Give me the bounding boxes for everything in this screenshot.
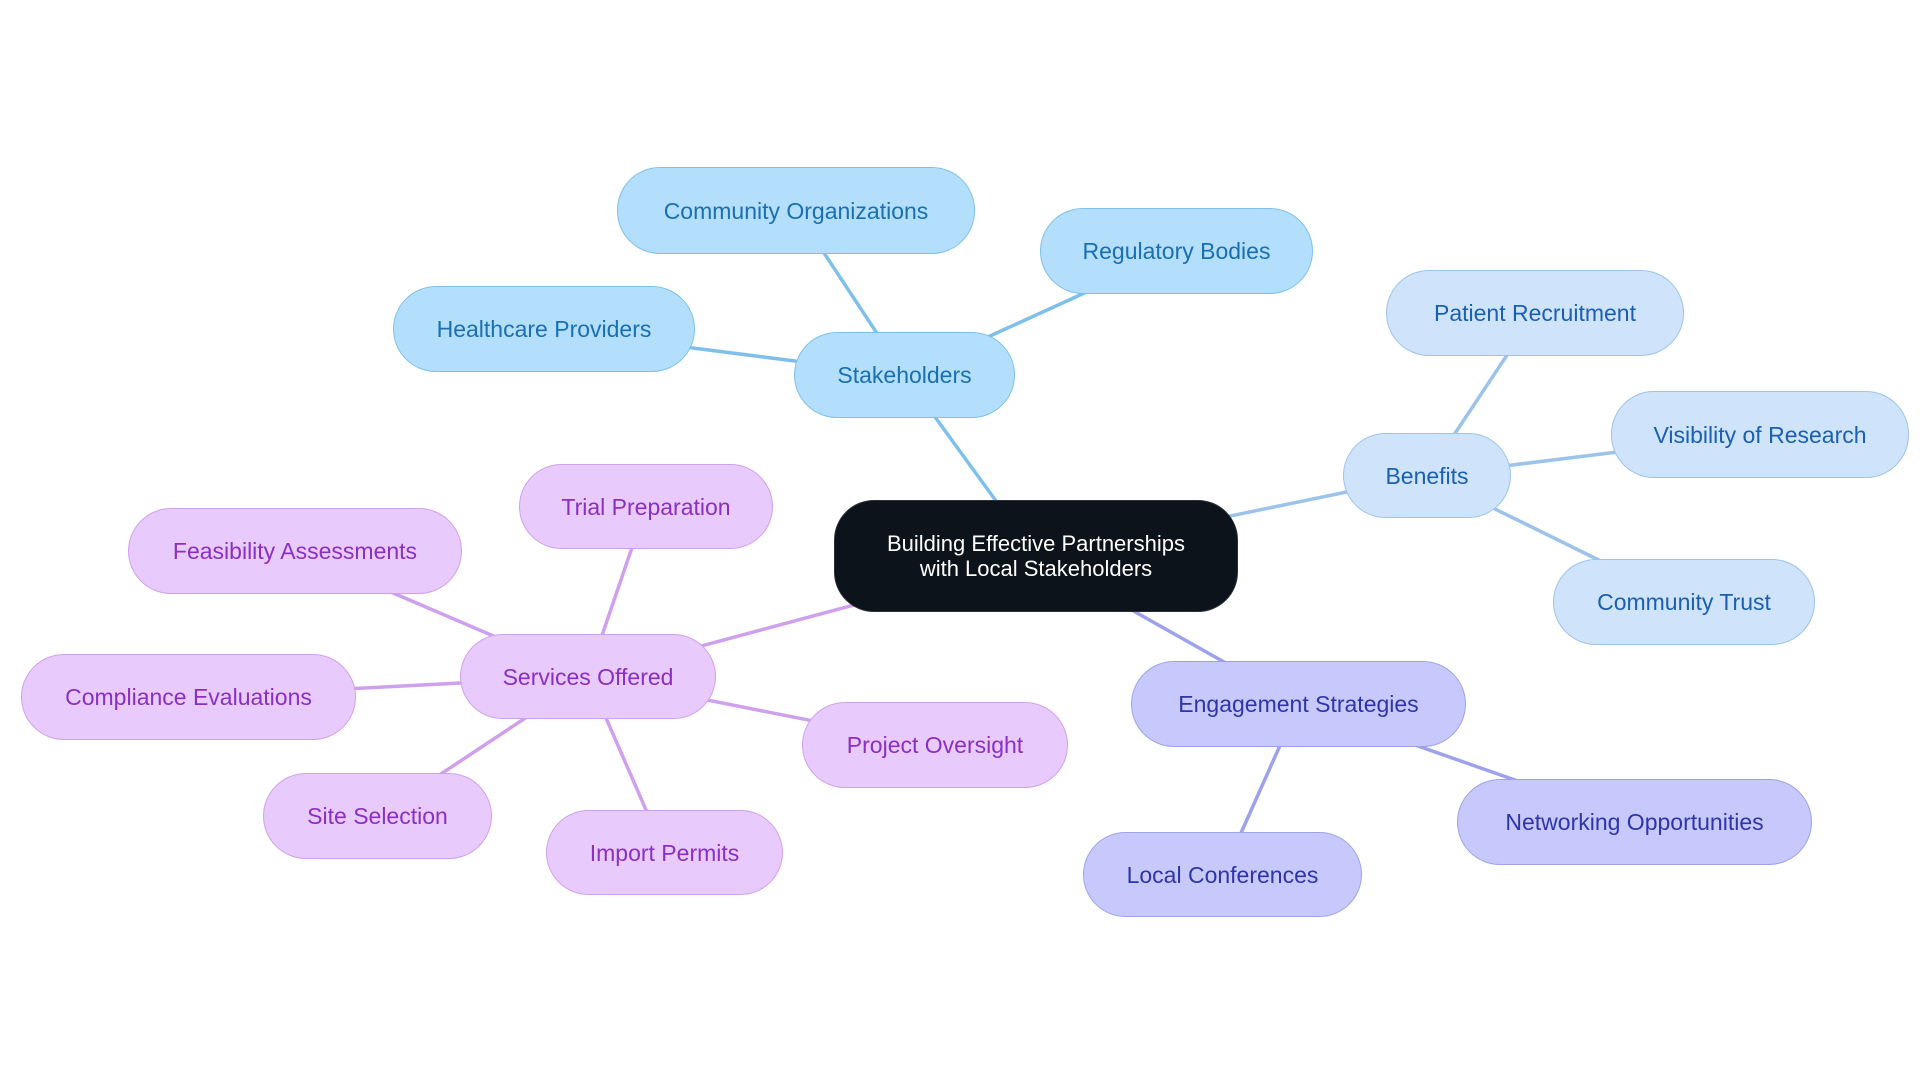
node-label: Visibility of Research (1653, 421, 1867, 448)
node-import-permits[interactable]: Import Permits (546, 810, 783, 895)
node-label: Compliance Evaluations (65, 684, 312, 710)
mind-map: Building Effective Partnerships with Loc… (0, 0, 1920, 1083)
node-project-oversight[interactable]: Project Oversight (802, 702, 1068, 788)
node-site-selection[interactable]: Site Selection (263, 773, 492, 859)
node-label: Project Oversight (846, 732, 1024, 758)
node-patient-recruitment[interactable]: Patient Recruitment (1386, 270, 1684, 356)
node-trial-preparation[interactable]: Trial Preparation (519, 464, 773, 549)
node-label: Community Trust (1597, 589, 1771, 615)
node-community-trust[interactable]: Community Trust (1553, 559, 1815, 645)
node-label: Building Effective Partnerships with Loc… (887, 531, 1185, 581)
node-networking-opportunities[interactable]: Networking Opportunities (1457, 779, 1812, 865)
node-healthcare-providers[interactable]: Healthcare Providers (393, 286, 695, 372)
node-label: Benefits (1385, 462, 1469, 489)
node-local-conferences[interactable]: Local Conferences (1083, 832, 1362, 917)
node-label: Import Permits (589, 839, 740, 866)
node-root[interactable]: Building Effective Partnerships with Loc… (834, 500, 1238, 612)
node-stakeholders[interactable]: Stakeholders (794, 332, 1015, 418)
node-label: Patient Recruitment (1434, 300, 1636, 326)
node-label: Trial Preparation (561, 493, 731, 520)
node-label: Community Organizations (663, 197, 929, 224)
node-services-offered[interactable]: Services Offered (460, 634, 716, 719)
node-label: Engagement Strategies (1178, 691, 1419, 717)
node-benefits[interactable]: Benefits (1343, 433, 1511, 518)
node-engagement-strategies[interactable]: Engagement Strategies (1131, 661, 1466, 747)
node-label: Site Selection (307, 803, 448, 829)
node-label: Local Conferences (1126, 861, 1319, 888)
node-label: Networking Opportunities (1505, 809, 1764, 835)
node-label: Healthcare Providers (436, 316, 652, 342)
node-feasibility-assessments[interactable]: Feasibility Assessments (128, 508, 462, 594)
node-label: Feasibility Assessments (172, 538, 418, 564)
node-label: Services Offered (502, 663, 674, 690)
node-visibility-of-research[interactable]: Visibility of Research (1611, 391, 1909, 478)
node-regulatory-bodies[interactable]: Regulatory Bodies (1040, 208, 1313, 294)
node-community-organizations[interactable]: Community Organizations (617, 167, 975, 254)
node-label: Regulatory Bodies (1082, 238, 1271, 264)
node-compliance-evaluations[interactable]: Compliance Evaluations (21, 654, 356, 740)
node-label: Stakeholders (837, 362, 972, 388)
